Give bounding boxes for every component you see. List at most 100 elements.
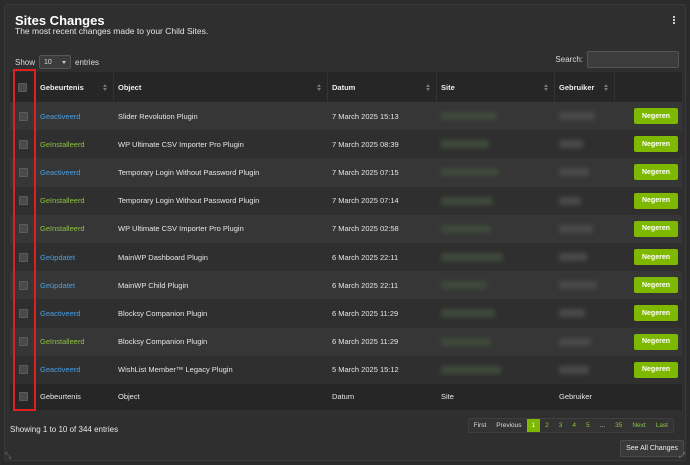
event-cell: Geïnstalleerd: [36, 328, 114, 356]
event-link[interactable]: Geïnstalleerd: [40, 196, 85, 205]
object-cell: Temporary Login Without Password Plugin: [118, 196, 260, 206]
more-options-icon[interactable]: [673, 16, 676, 25]
site-cell: [437, 187, 555, 215]
pagination-item[interactable]: Last: [651, 419, 673, 432]
site-link-redacted[interactable]: [441, 337, 491, 346]
date-cell: 7 March 2025 07:14: [332, 196, 399, 206]
ignore-button[interactable]: Negeren: [634, 249, 678, 266]
action-cell: Negeren: [615, 158, 682, 186]
checkbox-column-highlight: [13, 69, 36, 411]
site-link-redacted[interactable]: [441, 112, 497, 121]
ignore-button[interactable]: Negeren: [634, 277, 678, 294]
user-redacted: [559, 365, 589, 374]
event-link[interactable]: Geïnstalleerd: [40, 337, 85, 346]
event-link[interactable]: Geactiveerd: [40, 168, 80, 177]
table-row: Geïnstalleerd Blocksy Companion Plugin 6 M…: [10, 327, 682, 356]
ignore-button[interactable]: Negeren: [634, 164, 678, 181]
resize-handle-icon[interactable]: ⤡: [5, 451, 11, 461]
user-cell: [555, 328, 615, 356]
column-header-object[interactable]: Object: [114, 72, 328, 102]
site-link-redacted[interactable]: [441, 196, 493, 205]
ignore-button[interactable]: Negeren: [634, 192, 678, 209]
object-cell: WishList Member™ Legacy Plugin: [118, 365, 233, 375]
column-header-event[interactable]: Gebeurtenis: [36, 72, 114, 102]
entries-select[interactable]: 10: [39, 55, 72, 69]
action-cell: Negeren: [615, 243, 682, 271]
ignore-button[interactable]: Negeren: [634, 333, 678, 350]
user-cell: [555, 271, 615, 299]
column-header-label: Gebeurtenis: [40, 82, 84, 92]
site-link-redacted[interactable]: [441, 140, 489, 149]
search-input[interactable]: [587, 51, 679, 68]
pagination-item[interactable]: 5: [581, 419, 595, 432]
site-link-redacted[interactable]: [441, 224, 491, 233]
site-cell: [437, 102, 555, 130]
site-cell: [437, 215, 555, 243]
pagination-item[interactable]: Previous: [491, 419, 526, 432]
column-header-label: Site: [441, 82, 455, 92]
pagination-item[interactable]: 35: [610, 419, 627, 432]
event-link[interactable]: Geactiveerd: [40, 112, 80, 121]
event-link[interactable]: Geïnstalleerd: [40, 224, 85, 233]
column-header-label: Gebruiker: [559, 82, 595, 92]
object-cell: Temporary Login Without Password Plugin: [118, 167, 260, 177]
site-cell: [437, 299, 555, 327]
user-redacted: [559, 309, 585, 318]
pagination-item[interactable]: Next: [627, 419, 650, 432]
column-header-user[interactable]: Gebruiker: [555, 72, 615, 102]
footer-label-object: Object: [118, 392, 140, 402]
event-cell: Geactiveerd: [36, 102, 114, 130]
site-link-redacted[interactable]: [441, 309, 495, 318]
ignore-button[interactable]: Negeren: [634, 108, 678, 125]
site-cell: [437, 158, 555, 186]
date-cell: 6 March 2025 11:29: [332, 337, 399, 347]
user-redacted: [559, 112, 595, 121]
table-row: Geactiveerd Slider Revolution Plugin 7 Mar…: [10, 102, 682, 131]
table-row: Geüpdatet MainWP Child Plugin 6 March 2025…: [10, 271, 682, 300]
column-header-site[interactable]: Site: [437, 72, 555, 102]
pagination-item[interactable]: 3: [554, 419, 568, 432]
table-info: Showing 1 to 10 of 344 entries: [10, 425, 119, 434]
event-cell: Geïnstalleerd: [36, 215, 114, 243]
ignore-button[interactable]: Negeren: [634, 136, 678, 153]
site-cell: [437, 130, 555, 158]
sort-icon: [426, 83, 430, 91]
pagination-item[interactable]: 1: [526, 419, 541, 432]
pagination: First Previous 1 2 3 4 5... 35 Next Last: [467, 418, 674, 433]
sort-icon: [544, 83, 548, 91]
chevron-down-icon: [62, 60, 67, 64]
user-cell: [555, 158, 615, 186]
pagination-item[interactable]: 4: [567, 419, 581, 432]
table-footer-row: Gebeurtenis Object Datum Site Gebruiker: [10, 383, 682, 410]
user-redacted: [559, 281, 597, 290]
event-cell: Geüpdatet: [36, 243, 114, 271]
site-cell: [437, 356, 555, 384]
ignore-button[interactable]: Negeren: [634, 361, 678, 378]
site-link-redacted[interactable]: [441, 365, 501, 374]
pagination-item[interactable]: First: [469, 419, 492, 432]
user-redacted: [559, 168, 589, 177]
event-link[interactable]: Geïnstalleerd: [40, 140, 85, 149]
object-cell: Slider Revolution Plugin: [118, 111, 198, 121]
site-link-redacted[interactable]: [441, 253, 503, 262]
column-header-date[interactable]: Datum: [328, 72, 437, 102]
date-cell: 6 March 2025 22:11: [332, 280, 399, 290]
event-link[interactable]: Geactiveerd: [40, 309, 80, 318]
event-link[interactable]: Geüpdatet: [40, 281, 75, 290]
see-all-changes-button[interactable]: See All Changes: [620, 440, 684, 457]
user-cell: [555, 356, 615, 384]
ignore-button[interactable]: Negeren: [634, 220, 678, 237]
ignore-button[interactable]: Negeren: [634, 305, 678, 322]
pagination-item[interactable]: 2: [540, 419, 554, 432]
sort-icon: [103, 83, 107, 91]
event-link[interactable]: Geactiveerd: [40, 365, 80, 374]
event-link[interactable]: Geüpdatet: [40, 253, 75, 262]
site-link-redacted[interactable]: [441, 281, 487, 290]
site-link-redacted[interactable]: [441, 168, 499, 177]
user-redacted: [559, 196, 581, 205]
resize-handle-icon[interactable]: ⤢: [679, 451, 685, 461]
user-cell: [555, 215, 615, 243]
user-redacted: [559, 140, 583, 149]
table-row: Geactiveerd Blocksy Companion Plugin 6 Mar…: [10, 299, 682, 328]
date-cell: 7 March 2025 07:15: [332, 167, 399, 177]
